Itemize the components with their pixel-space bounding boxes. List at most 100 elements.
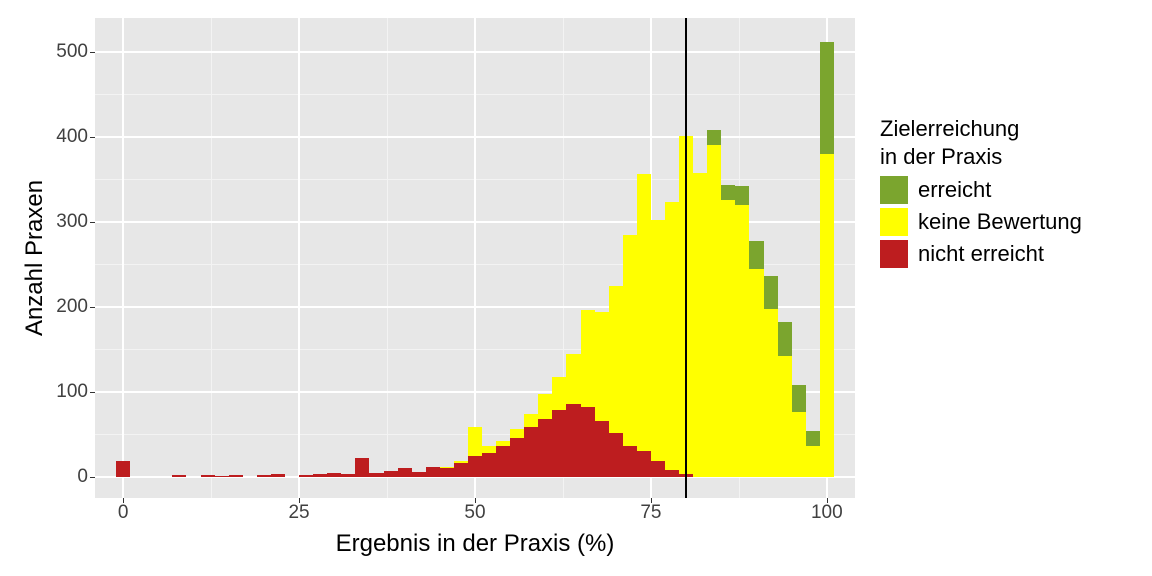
bar-segment (707, 130, 721, 145)
bar-segment (299, 475, 313, 477)
y-tick-label: 400 (56, 126, 88, 148)
bar-segment (341, 474, 355, 477)
bar-segment (749, 269, 763, 476)
bar-segment (764, 276, 778, 308)
y-tick-label: 0 (77, 466, 88, 488)
bar-segment (820, 154, 834, 477)
bar-segment (538, 419, 552, 477)
x-tick (651, 498, 652, 503)
x-tick (123, 498, 124, 503)
x-tick (299, 498, 300, 503)
y-tick-label: 100 (56, 381, 88, 403)
bar-segment (440, 467, 454, 469)
bar-segment (735, 205, 749, 477)
bar-segment (215, 476, 229, 477)
bar-segment (496, 441, 510, 446)
bar-segment (566, 354, 580, 403)
bar-segment (271, 474, 285, 477)
legend-label: keine Bewertung (918, 209, 1082, 235)
bar-segment (552, 410, 566, 476)
bar-segment (820, 42, 834, 154)
bar-segment (651, 220, 665, 461)
bar-segment (369, 473, 383, 476)
plot-panel (95, 18, 855, 498)
legend-title: Zielerreichung in der Praxis (880, 115, 1082, 170)
legend-swatch-nicht-erreicht (880, 240, 908, 268)
x-tick (827, 498, 828, 503)
y-tick-label: 200 (56, 296, 88, 318)
y-tick (90, 477, 95, 478)
x-tick-label: 50 (464, 502, 485, 524)
bar-segment (482, 446, 496, 453)
bar-segment (510, 438, 524, 477)
y-axis-title: Anzahl Praxen (20, 18, 50, 498)
legend-item-keine-bewertung: keine Bewertung (880, 208, 1082, 236)
y-tick-label: 300 (56, 211, 88, 233)
x-tick (475, 498, 476, 503)
bar-segment (426, 467, 440, 477)
bars-layer (95, 18, 855, 498)
bar-segment (623, 235, 637, 446)
y-tick-label: 500 (56, 41, 88, 63)
chart-container: Ergebnis in der Praxis (%) Anzahl Praxen… (0, 0, 1152, 576)
bar-segment (524, 427, 538, 476)
bar-segment (792, 385, 806, 412)
bar-segment (581, 407, 595, 477)
bar-segment (778, 356, 792, 477)
bar-segment (468, 456, 482, 477)
bar-segment (693, 173, 707, 477)
bar-segment (398, 468, 412, 476)
bar-segment (482, 453, 496, 477)
bar-segment (609, 433, 623, 477)
legend-item-nicht-erreicht: nicht erreicht (880, 240, 1082, 268)
bar-segment (792, 412, 806, 477)
bar-segment (412, 472, 426, 477)
x-axis-title: Ergebnis in der Praxis (%) (95, 530, 855, 558)
bar-segment (201, 475, 215, 477)
bar-segment (721, 200, 735, 477)
legend: Zielerreichung in der Praxis erreicht ke… (880, 115, 1082, 272)
bar-segment (665, 470, 679, 477)
bar-segment (735, 186, 749, 205)
bar-segment (552, 377, 566, 411)
bar-segment (581, 310, 595, 407)
bar-segment (538, 394, 552, 419)
bar-segment (651, 461, 665, 476)
bar-segment (172, 475, 186, 477)
bar-segment (778, 322, 792, 356)
bar-segment (229, 475, 243, 477)
bar-segment (637, 451, 651, 476)
reference-vline (685, 18, 687, 498)
bar-segment (454, 463, 468, 477)
y-tick (90, 137, 95, 138)
bar-segment (440, 468, 454, 476)
x-tick-label: 75 (640, 502, 661, 524)
bar-segment (764, 309, 778, 477)
y-tick (90, 307, 95, 308)
bar-segment (116, 461, 130, 477)
y-tick (90, 222, 95, 223)
bar-segment (595, 312, 609, 421)
bar-segment (468, 427, 482, 456)
y-tick (90, 392, 95, 393)
bar-segment (749, 241, 763, 270)
bar-segment (524, 414, 538, 428)
x-tick-label: 0 (118, 502, 129, 524)
bar-segment (384, 471, 398, 477)
legend-label: erreicht (918, 177, 991, 203)
bar-segment (637, 174, 651, 451)
x-tick-label: 25 (288, 502, 309, 524)
legend-label: nicht erreicht (918, 241, 1044, 267)
bar-segment (454, 461, 468, 464)
bar-segment (496, 446, 510, 477)
bar-segment (510, 429, 524, 437)
bar-segment (257, 475, 271, 477)
legend-item-erreicht: erreicht (880, 176, 1082, 204)
bar-segment (566, 404, 580, 477)
bar-segment (623, 446, 637, 477)
bar-segment (595, 421, 609, 477)
y-tick (90, 52, 95, 53)
legend-swatch-keine-bewertung (880, 208, 908, 236)
bar-segment (721, 185, 735, 200)
x-tick-label: 100 (811, 502, 843, 524)
